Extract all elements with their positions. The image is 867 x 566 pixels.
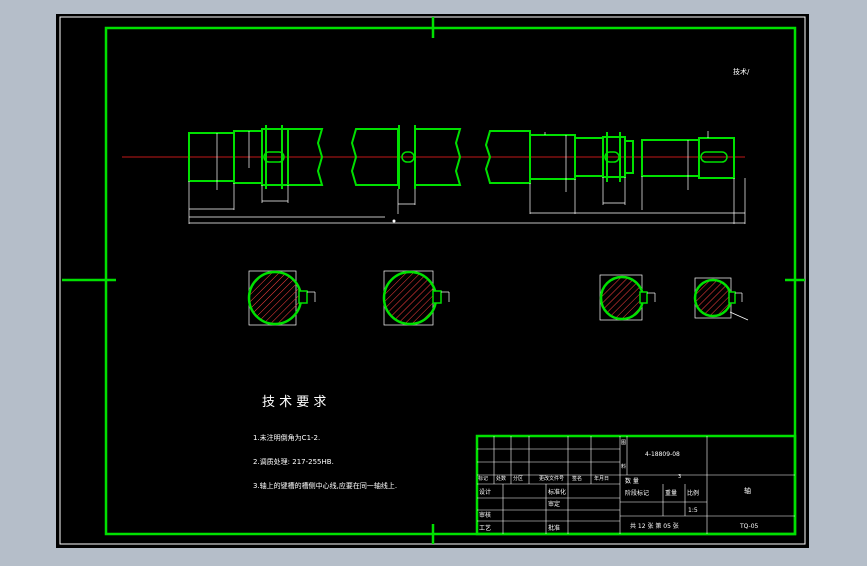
- label-zone-2: 分区: [513, 475, 523, 482]
- cad-drawing-canvas: 技术/ 技 术 要 求 1.未注明倒角为C1-2. 2.调质处理: 217-25…: [56, 14, 809, 548]
- label-date: 年月日: [594, 475, 609, 482]
- label-craft: 工艺: [479, 524, 491, 532]
- label-mark: 图: [621, 440, 626, 446]
- label-zone: 料: [621, 463, 626, 470]
- key-slot: [639, 291, 648, 304]
- label-stage-mark: 阶段标记: [625, 489, 649, 497]
- label-checker: 审核: [479, 511, 491, 519]
- label-ratio: 比例: [687, 489, 699, 497]
- sheet-info: 共 12 张 第 05 张: [630, 522, 679, 530]
- requirements-title: 技 术 要 求: [262, 395, 326, 410]
- drawing-number: 4-18809-08: [645, 451, 680, 458]
- requirement-item-2: 2.调质处理: 217-255HB.: [253, 457, 334, 466]
- dimension-dot: [392, 219, 396, 223]
- key-slot: [298, 290, 308, 304]
- label-standardize: 标准化: [548, 488, 566, 496]
- requirement-item-1: 1.未注明倒角为C1-2.: [253, 433, 320, 442]
- requirement-item-3: 3.轴上的键槽的槽侧中心线,应要在同一轴线上.: [253, 481, 397, 490]
- label-weight: 重量: [665, 489, 677, 497]
- label-approve: 批准: [548, 524, 560, 532]
- scale-value: 1:5: [688, 507, 698, 514]
- label-process: 审定: [548, 500, 560, 508]
- label-signature: 签名: [572, 475, 582, 482]
- quantity-value: 3: [678, 474, 681, 480]
- quantity-label: 数 量: [625, 477, 639, 485]
- cad-viewport[interactable]: 技术/ 技 术 要 求 1.未注明倒角为C1-2. 2.调质处理: 217-25…: [0, 0, 867, 562]
- drawing-code: TQ-05: [739, 523, 759, 530]
- key-slot: [432, 290, 442, 304]
- label-count: 处数: [496, 475, 506, 482]
- label-designer: 设计: [479, 488, 491, 496]
- drawing-sheet: [56, 14, 809, 548]
- scale-note: 技术/: [733, 67, 750, 76]
- part-name: 轴: [744, 486, 751, 495]
- key-slot: [728, 291, 736, 304]
- label-mark-2: 标记: [478, 475, 488, 482]
- label-change-doc: 更改文件号: [539, 475, 564, 482]
